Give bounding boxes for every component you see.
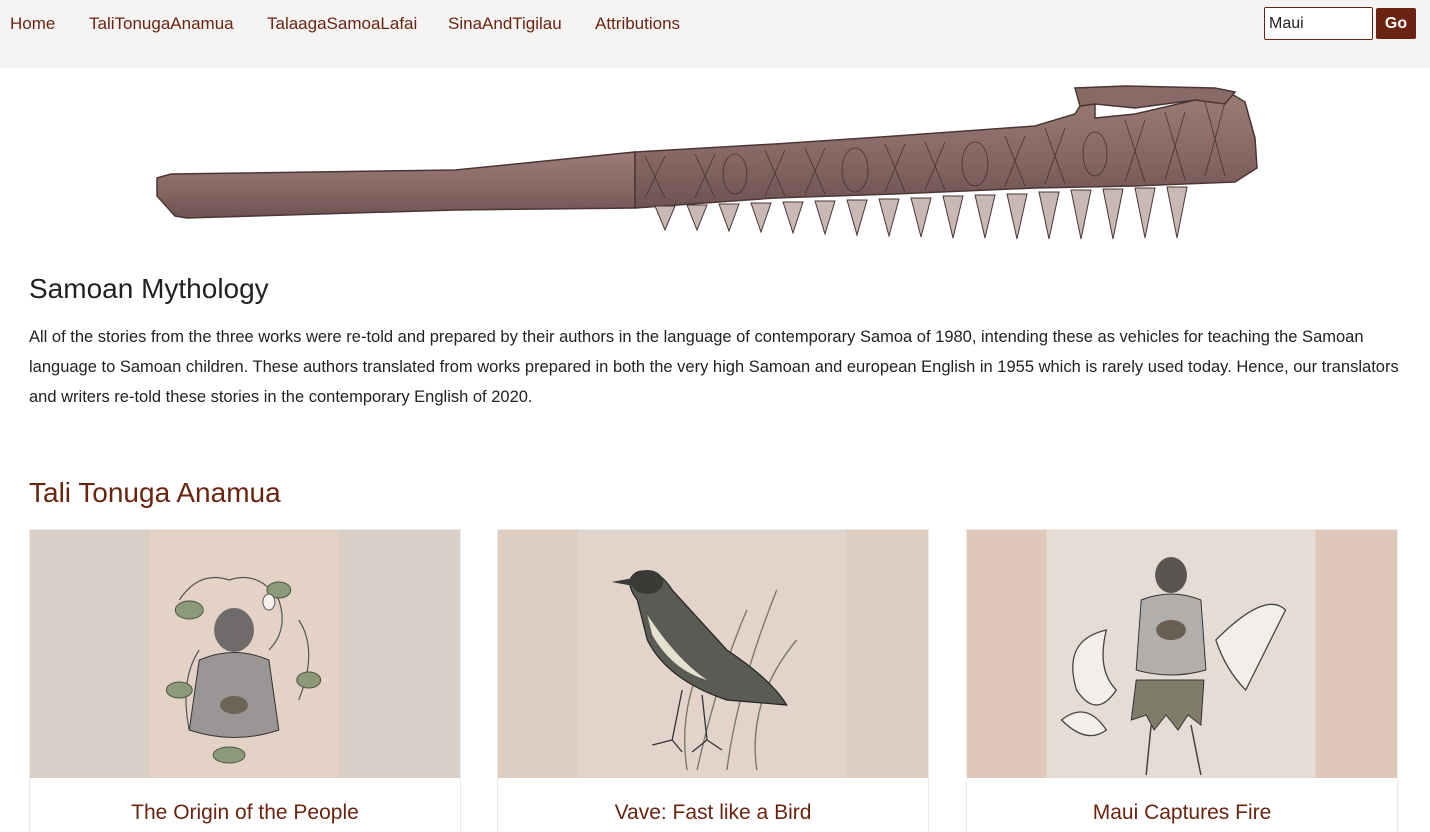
intro-paragraph: All of the stories from the three works … xyxy=(29,328,1399,406)
story-card-origin-of-the-people[interactable]: The Origin of the People xyxy=(29,529,461,832)
nav-sina-and-tigilau[interactable]: SinaAndTigilau xyxy=(448,14,562,34)
page-title: Samoan Mythology xyxy=(29,273,269,304)
card-title[interactable]: The Origin of the People xyxy=(30,800,460,826)
seated-man-with-vines-illustration xyxy=(30,530,460,778)
story-card-maui-captures-fire[interactable]: Maui Captures Fire xyxy=(966,529,1398,832)
card-title[interactable]: Maui Captures Fire xyxy=(967,800,1397,826)
nav-home[interactable]: Home xyxy=(10,14,55,34)
nav-tali-tonuga-anamua[interactable]: TaliTonugaAnamua xyxy=(89,14,234,34)
bird-illustration xyxy=(498,530,928,778)
top-navigation: Home TaliTonugaAnamua TalaagaSamoaLafai … xyxy=(0,0,1430,68)
search-input[interactable] xyxy=(1264,7,1373,40)
carved-wooden-club-illustration xyxy=(156,85,1258,240)
story-card-vave-fast-like-a-bird[interactable]: Vave: Fast like a Bird xyxy=(497,529,929,832)
card-title[interactable]: Vave: Fast like a Bird xyxy=(498,800,928,826)
section-heading: Tali Tonuga Anamua xyxy=(29,477,281,508)
nav-talaaga-samoa-lafai[interactable]: TalaagaSamoaLafai xyxy=(267,14,417,34)
go-button[interactable]: Go xyxy=(1376,8,1416,39)
maui-with-fire-illustration xyxy=(967,530,1397,778)
nav-attributions[interactable]: Attributions xyxy=(595,14,680,34)
